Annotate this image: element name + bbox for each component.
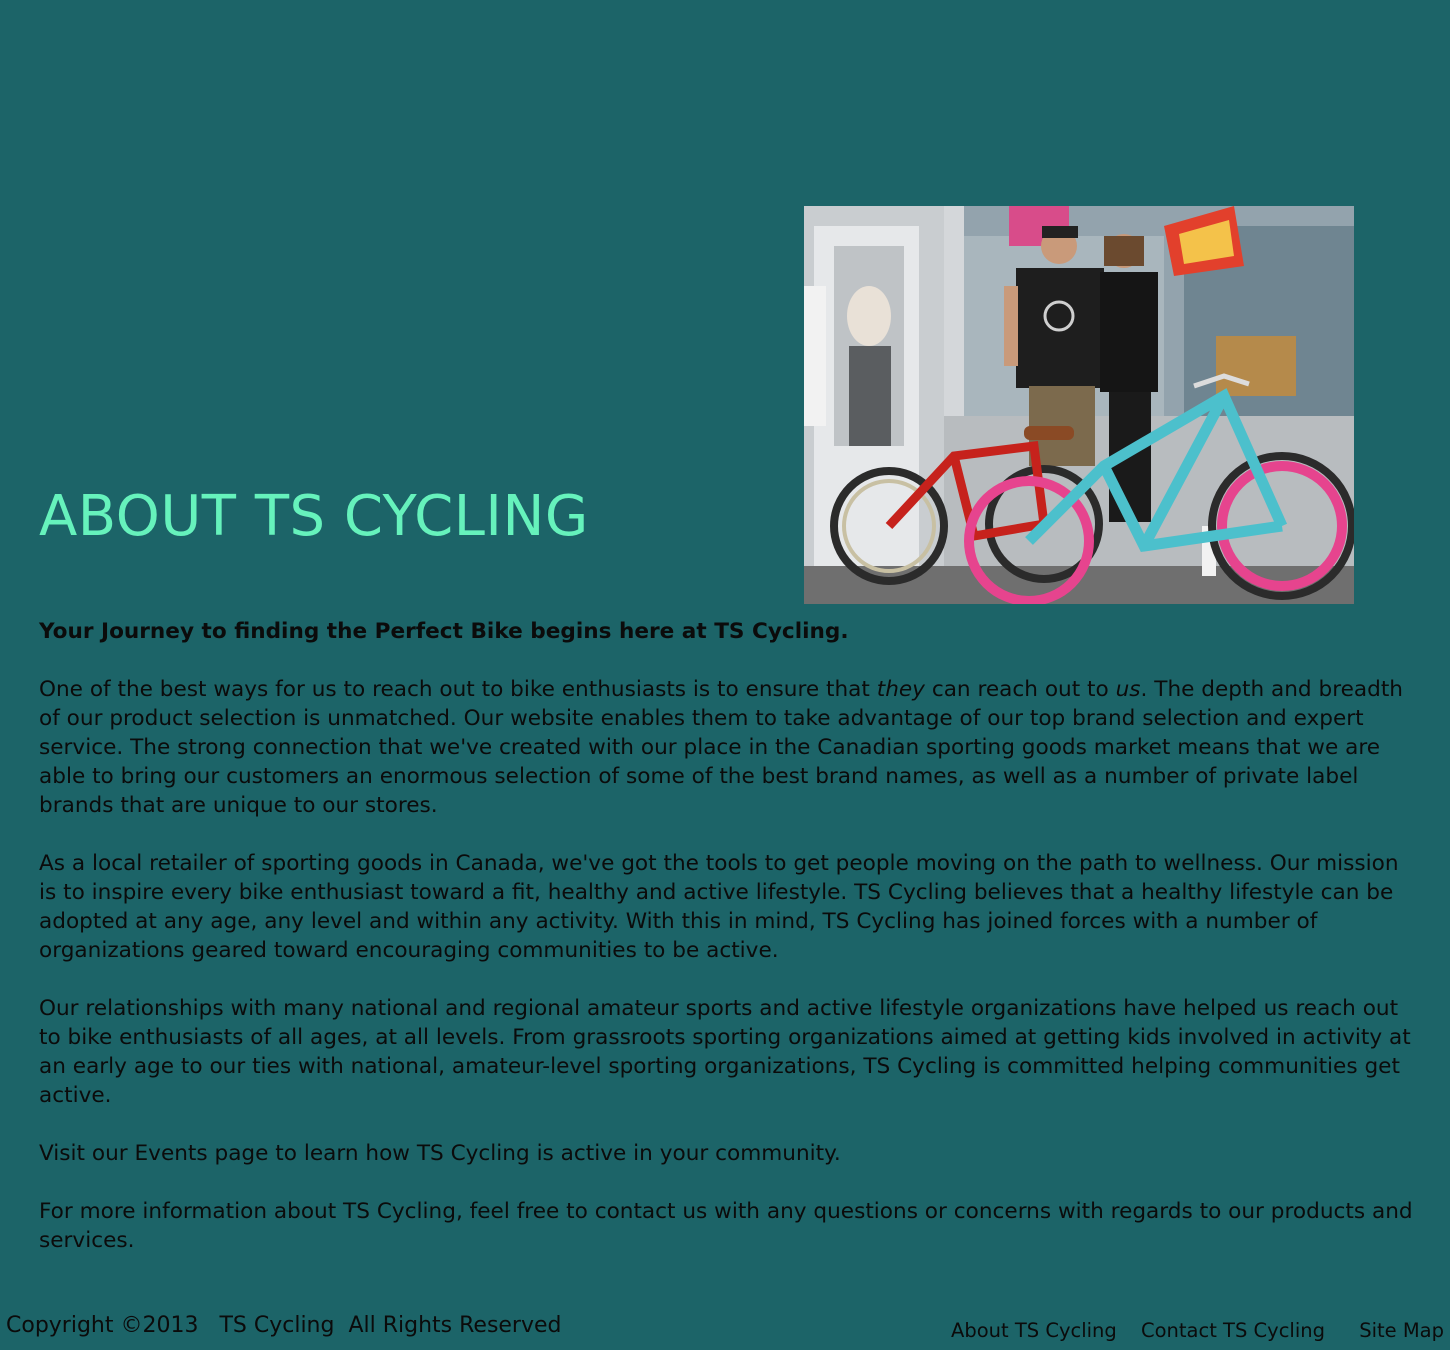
hero-photo — [804, 206, 1354, 604]
footer-link-sitemap[interactable]: Site Map — [1359, 1319, 1444, 1342]
paragraph-events: Visit our Events page to learn how TS Cy… — [39, 1141, 841, 1166]
emphasis-us: us — [1115, 677, 1141, 702]
paragraph-selection: One of the best ways for us to reach out… — [39, 675, 1419, 820]
emphasis-they: they — [876, 677, 925, 702]
photo-couple-with-bikes-icon — [804, 206, 1354, 604]
page-title: ABOUT TS CYCLING — [39, 484, 589, 549]
paragraph-text: One of the best ways for us to reach out… — [39, 677, 877, 702]
paragraph-contact: For more information about TS Cycling, f… — [39, 1199, 1413, 1253]
footer-link-about[interactable]: About TS Cycling — [951, 1319, 1117, 1342]
lead-paragraph: Your Journey to finding the Perfect Bike… — [39, 619, 849, 644]
footer-link-contact[interactable]: Contact TS Cycling — [1141, 1319, 1325, 1342]
paragraph-text: can reach out to — [924, 677, 1116, 702]
footer-nav: About TS Cycling Contact TS Cycling Site… — [933, 1318, 1444, 1344]
footer-copyright: Copyright ©2013 TS Cycling All Rights Re… — [6, 1313, 562, 1338]
paragraph-relationships: Our relationships with many national and… — [39, 996, 1411, 1108]
paragraph-mission: As a local retailer of sporting goods in… — [39, 851, 1399, 963]
about-content: Your Journey to finding the Perfect Bike… — [39, 617, 1419, 1284]
